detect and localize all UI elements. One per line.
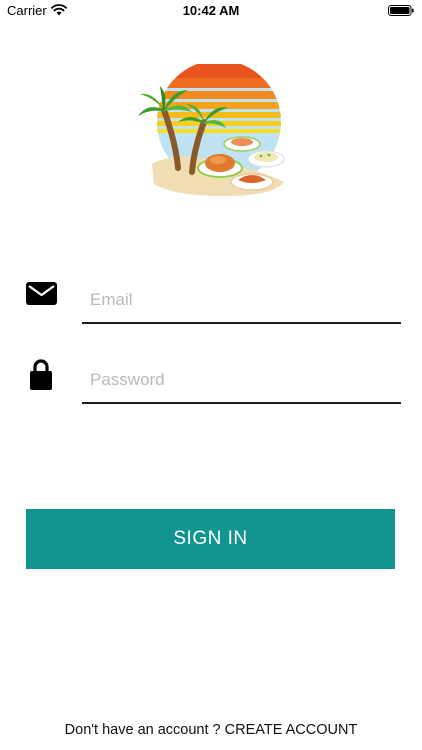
create-account-prompt: Don't have an account ? CREATE ACCOUNT bbox=[0, 722, 422, 738]
status-time: 10:42 AM bbox=[182, 3, 240, 18]
status-bar: Carrier 10:42 AM bbox=[0, 0, 422, 22]
password-field-container bbox=[82, 360, 401, 404]
sign-in-button[interactable]: SIGN IN bbox=[26, 509, 395, 569]
create-account-link[interactable]: CREATE ACCOUNT bbox=[225, 722, 358, 738]
email-input[interactable] bbox=[82, 280, 401, 320]
lock-icon bbox=[30, 359, 52, 390]
tropical-food-logo bbox=[138, 64, 285, 196]
no-account-text: Don't have an account ? bbox=[64, 722, 225, 738]
battery-icon bbox=[388, 5, 414, 16]
email-field-container bbox=[82, 280, 401, 324]
mail-icon bbox=[26, 282, 57, 305]
password-input[interactable] bbox=[82, 360, 401, 400]
